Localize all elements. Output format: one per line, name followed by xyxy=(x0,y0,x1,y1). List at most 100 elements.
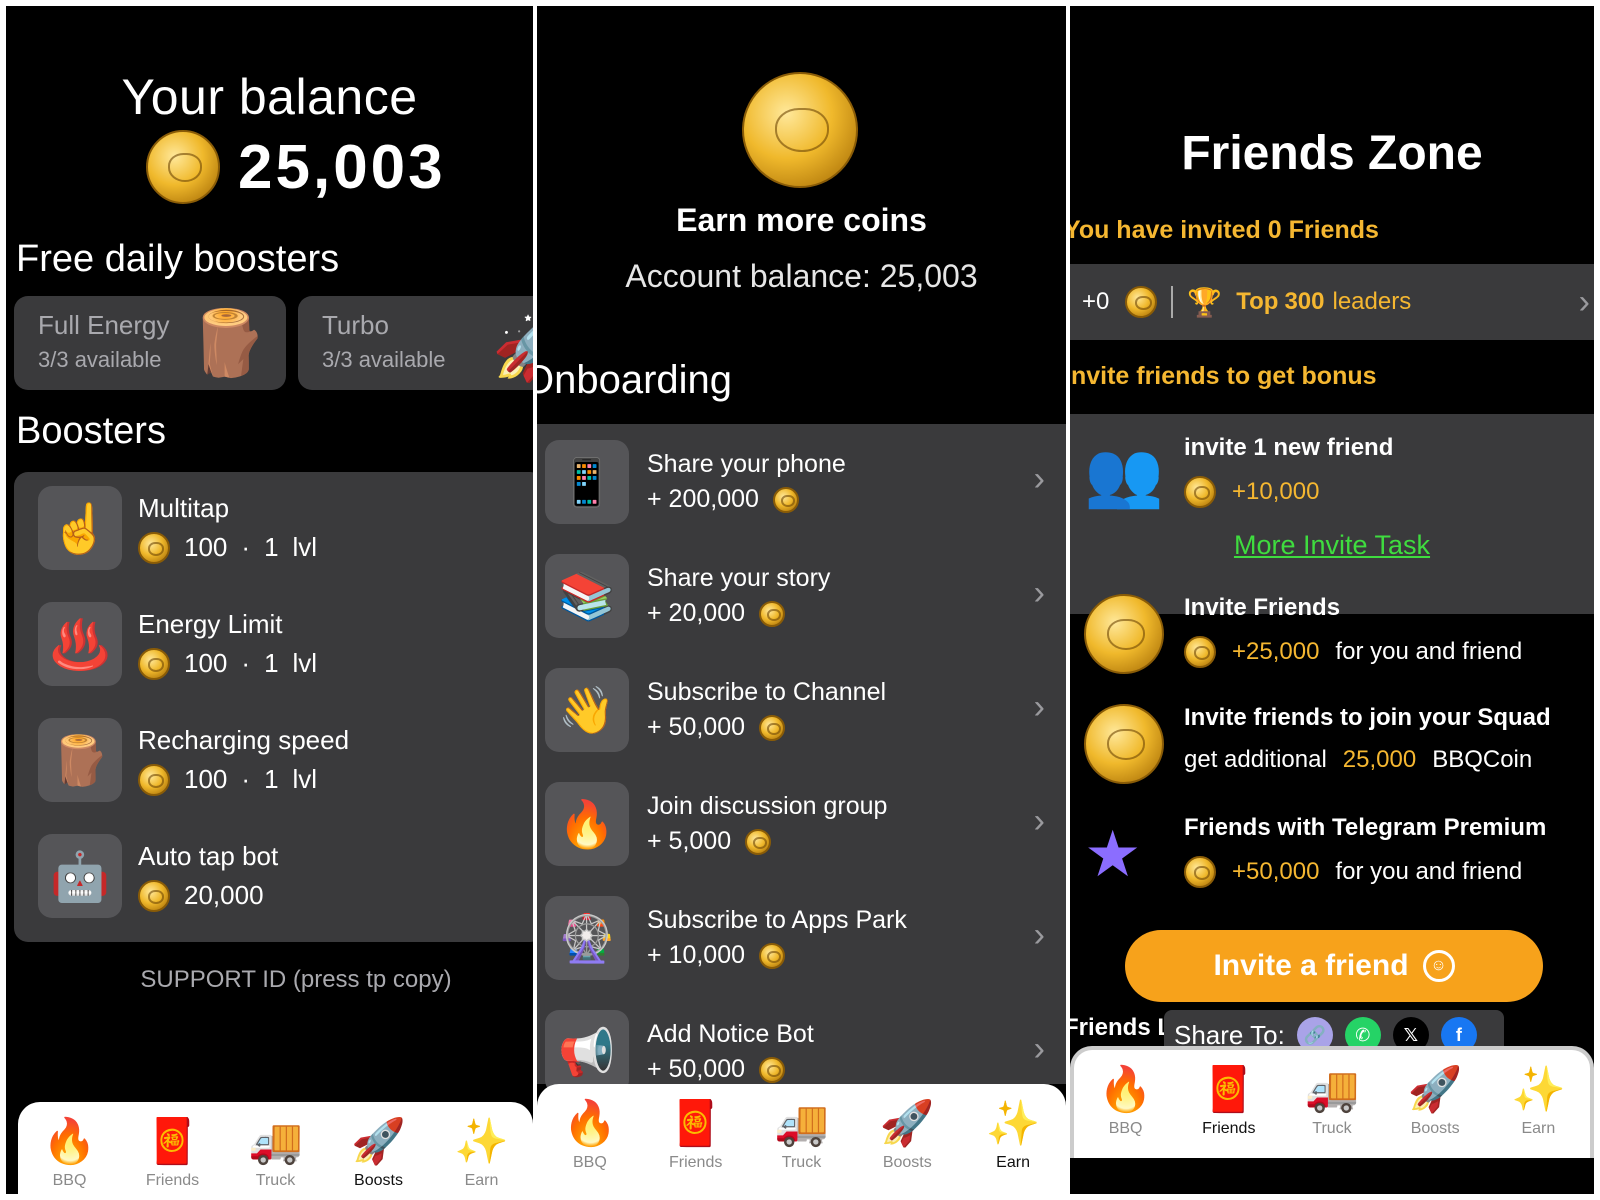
booster-cost: 100 xyxy=(184,532,228,562)
nav-friends[interactable]: 🧧 Friends xyxy=(651,1098,741,1172)
coin-icon xyxy=(1125,286,1158,318)
booster-cost: 100 xyxy=(184,764,228,794)
robot-icon: 🤖 xyxy=(38,834,122,918)
task-add-notice-bot[interactable]: 📢 Add Notice Bot + 50,000 › xyxy=(545,1008,1057,1096)
booster-name: Energy Limit xyxy=(138,608,283,639)
premium-star-icon: ★ xyxy=(1084,818,1142,890)
task-name: Join discussion group xyxy=(647,792,888,820)
friends-zone-title: Friends Zone xyxy=(1181,127,1483,180)
bottom-nav: 🔥 BBQ 🧧 Friends 🚚 Truck 🚀 Boosts ✨ Earn xyxy=(537,1084,1066,1194)
top-label: Top xyxy=(1236,288,1279,315)
nav-boosts[interactable]: 🚀 Boosts xyxy=(1390,1064,1480,1138)
food-truck-icon: 🚚 xyxy=(248,1117,303,1166)
bottom-nav: 🔥 BBQ 🧧 Friends 🚚 Truck 🚀 Boosts ✨ Earn xyxy=(18,1102,533,1194)
nav-friends[interactable]: 🧧 Friends xyxy=(128,1116,218,1190)
nav-boosts[interactable]: 🚀 Boosts xyxy=(862,1098,952,1172)
nav-label: Friends xyxy=(1202,1120,1256,1137)
task-reward: + 10,000 xyxy=(647,941,746,969)
task-join-discussion[interactable]: 🔥 Join discussion group + 5,000 › xyxy=(545,780,1057,868)
level-unit: lvl xyxy=(292,532,318,562)
row-title: Invite friends to join your Squad xyxy=(1184,704,1551,731)
booster-name: Recharging speed xyxy=(138,724,350,755)
task-subscribe-apps-park[interactable]: 🎡 Subscribe to Apps Park + 10,000 › xyxy=(545,894,1057,982)
nav-label: BBQ xyxy=(1108,1120,1143,1137)
rocket-icon: 🚀 xyxy=(492,311,533,383)
nav-label: BBQ xyxy=(52,1172,87,1189)
nav-friends[interactable]: 🧧 Friends xyxy=(1184,1064,1274,1138)
task-reward: +10,000 xyxy=(1232,478,1320,505)
task-subscribe-channel[interactable]: 👋 Subscribe to Channel + 50,000 › xyxy=(545,666,1057,754)
coin-icon xyxy=(1084,594,1164,674)
booster-cost: 100 xyxy=(184,648,228,678)
row-title: Friends with Telegram Premium xyxy=(1184,814,1547,841)
boosters-list: ☝️ Multitap 100 · 1 lvl ♨️ Energy Limit … xyxy=(14,472,533,942)
row-reward: 25,000 xyxy=(1342,746,1417,773)
task-name: Subscribe to Channel xyxy=(647,678,887,706)
nav-label: Boosts xyxy=(1410,1120,1460,1137)
booster-level: 1 xyxy=(264,532,279,562)
task-name: Share your story xyxy=(647,564,831,592)
booster-recharging-speed[interactable]: 🪵 Recharging speed 100 · 1 lvl xyxy=(38,718,349,802)
coin-icon xyxy=(759,714,786,741)
top-number: 300 xyxy=(1284,288,1325,315)
separator-dot: · xyxy=(241,764,251,794)
turbo-card[interactable]: Turbo 3/3 available 🚀 xyxy=(298,296,533,390)
row-reward: +50,000 xyxy=(1232,858,1320,885)
more-invite-task-link[interactable]: More Invite Task xyxy=(1070,530,1594,561)
full-energy-card[interactable]: Full Energy 3/3 available 🪵 xyxy=(14,296,286,390)
nav-earn[interactable]: ✨ Earn xyxy=(1493,1064,1583,1138)
user-add-icon: ☺ xyxy=(1422,950,1455,982)
balance-display: 25,003 xyxy=(146,130,446,204)
boosts-screen: Your balance 25,003 Free daily boosters … xyxy=(6,6,533,1194)
new-friend-card: 👥 invite 1 new friend +10,000 xyxy=(1070,414,1594,614)
level-unit: lvl xyxy=(292,648,318,678)
booster-energy-limit[interactable]: ♨️ Energy Limit 100 · 1 lvl xyxy=(38,602,317,686)
task-name: Subscribe to Apps Park xyxy=(647,906,907,934)
chevron-right-icon: › xyxy=(1033,916,1045,954)
coin-icon xyxy=(745,828,772,855)
row-reward: +25,000 xyxy=(1232,638,1320,665)
task-share-story[interactable]: 📚 Share your story + 20,000 › xyxy=(545,552,1057,640)
fire-icon: 🔥 xyxy=(42,1117,97,1166)
ferris-wheel-icon: 🎡 xyxy=(545,896,629,980)
red-envelope-icon: 🧧 xyxy=(1201,1065,1257,1114)
task-title: invite 1 new friend xyxy=(1184,434,1394,461)
rocket-icon: 🚀 xyxy=(879,1099,935,1148)
nav-truck[interactable]: 🚚 Truck xyxy=(756,1098,846,1172)
invite-friend-button[interactable]: Invite a friend ☺ xyxy=(1125,930,1543,1002)
friends-screen: Friends Zone You have invited 0 Friends … xyxy=(1070,6,1594,1194)
fire-icon: 🔥 xyxy=(1098,1065,1153,1114)
booster-auto-tap-bot[interactable]: 🤖 Auto tap bot 20,000 xyxy=(38,834,278,918)
invite-new-friend-task[interactable]: 👥 invite 1 new friend +10,000 xyxy=(1084,434,1393,514)
booster-multitap[interactable]: ☝️ Multitap 100 · 1 lvl xyxy=(38,486,317,570)
coin-icon xyxy=(759,942,786,969)
nav-bbq[interactable]: 🔥 BBQ xyxy=(545,1098,635,1172)
task-share-phone[interactable]: 📱 Share your phone + 200,000 › xyxy=(545,438,1057,526)
balance-value: 25,003 xyxy=(238,132,446,202)
coin-icon xyxy=(772,486,799,513)
users-icon: 👥 xyxy=(1084,438,1164,510)
booster-name: Multitap xyxy=(138,492,230,523)
support-id-link[interactable]: SUPPORT ID (press tp copy) xyxy=(6,966,533,994)
coin-icon xyxy=(146,130,220,204)
coin-icon xyxy=(1084,704,1164,784)
nav-label: Earn xyxy=(996,1154,1030,1171)
onboarding-heading: Onboarding xyxy=(537,358,733,402)
divider xyxy=(1171,286,1174,318)
task-reward: + 200,000 xyxy=(647,485,759,513)
nav-boosts[interactable]: 🚀 Boosts xyxy=(334,1116,424,1190)
nav-label: Earn xyxy=(464,1172,499,1189)
nav-bbq[interactable]: 🔥 BBQ xyxy=(25,1116,115,1190)
nav-earn[interactable]: ✨ Earn xyxy=(437,1116,527,1190)
invite-friends-row: Invite Friends +25,000 for you and friend xyxy=(1084,594,1522,674)
sparkles-icon: ✨ xyxy=(1510,1065,1566,1114)
leaders-label: leaders xyxy=(1332,288,1412,315)
leaderboard-bar[interactable]: +0 🏆 Top 300 leaders › xyxy=(1070,264,1594,340)
nav-earn[interactable]: ✨ Earn xyxy=(968,1098,1058,1172)
nav-truck[interactable]: 🚚 Truck xyxy=(1287,1064,1377,1138)
trophy-icon: 🏆 xyxy=(1187,286,1223,318)
nav-truck[interactable]: 🚚 Truck xyxy=(231,1116,321,1190)
coin-icon xyxy=(1184,636,1216,668)
nav-bbq[interactable]: 🔥 BBQ xyxy=(1081,1064,1171,1138)
coin-icon xyxy=(138,647,170,680)
